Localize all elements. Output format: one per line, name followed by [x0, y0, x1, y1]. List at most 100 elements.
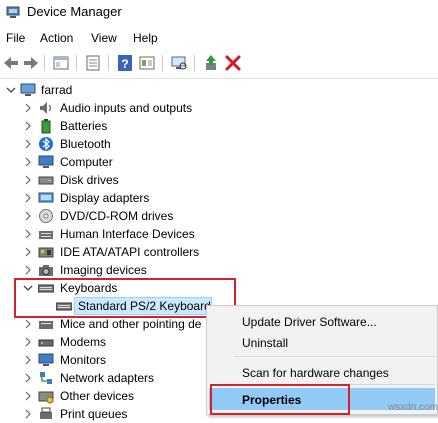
- toolbar-separator: [162, 55, 163, 71]
- tree-item-label: Disk drives: [60, 173, 119, 187]
- display-adapter-icon: [38, 192, 54, 203]
- chevron-right-icon[interactable]: [23, 337, 33, 347]
- help-icon[interactable]: ?: [116, 54, 134, 72]
- chevron-right-icon[interactable]: [23, 265, 33, 275]
- computer-icon: [20, 83, 36, 96]
- context-menu: Update Driver Software... Uninstall Scan…: [206, 305, 438, 415]
- device-manager-icon: [6, 6, 20, 18]
- dvd-drive-icon: [39, 209, 53, 223]
- bluetooth-icon: [39, 137, 53, 151]
- printer-icon: [40, 407, 52, 419]
- context-menu-separator: [235, 384, 435, 385]
- mouse-icon: [39, 321, 53, 329]
- tree-item-ide[interactable]: IDE ATA/ATAPI controllers: [0, 243, 438, 261]
- tree-root-label: farrad: [41, 83, 73, 97]
- chevron-right-icon[interactable]: [23, 247, 33, 257]
- tree-item-label: IDE ATA/ATAPI controllers: [60, 245, 200, 259]
- tree-item-label: Imaging devices: [60, 263, 147, 277]
- battery-icon: [41, 119, 51, 134]
- tree-item-display-adapters[interactable]: Display adapters: [0, 189, 438, 207]
- chevron-right-icon[interactable]: [23, 391, 33, 401]
- chevron-right-icon[interactable]: [23, 409, 33, 419]
- network-adapter-icon: [40, 372, 52, 384]
- tree-item-computer[interactable]: Computer: [0, 153, 438, 171]
- tree-item-dvd-drives[interactable]: DVD/CD-ROM drives: [0, 207, 438, 225]
- hid-icon: [39, 231, 53, 239]
- menu-action[interactable]: Action: [40, 31, 73, 45]
- tree-item-label: Standard PS/2 Keyboard: [78, 299, 211, 313]
- scan-hardware-icon[interactable]: [170, 54, 188, 72]
- tree-item-label: Human Interface Devices: [60, 227, 195, 241]
- tree-item-label: Monitors: [60, 353, 107, 367]
- update-driver-icon[interactable]: [202, 54, 220, 72]
- forward-arrow-icon[interactable]: [22, 54, 40, 72]
- context-menu-separator: [235, 356, 435, 357]
- tree-item-label: Batteries: [60, 119, 108, 133]
- other-devices-icon: [38, 391, 54, 404]
- window-title: Device Manager: [27, 4, 122, 19]
- keyboard-icon: [38, 284, 54, 293]
- chevron-right-icon[interactable]: [23, 157, 33, 167]
- menu-bar: File Action View Help: [0, 26, 438, 50]
- ctx-uninstall[interactable]: Uninstall: [242, 336, 288, 350]
- tree-item-label: Computer: [60, 155, 113, 169]
- tree-item-label: Mice and other pointing de: [60, 317, 202, 331]
- ctx-scan-hardware[interactable]: Scan for hardware changes: [242, 366, 389, 380]
- tree-item-imaging[interactable]: Imaging devices: [0, 261, 438, 279]
- tree-item-batteries[interactable]: Batteries: [0, 117, 438, 135]
- tree-item-label: Modems: [60, 335, 107, 349]
- toolbar-separator: [76, 55, 77, 71]
- chevron-right-icon[interactable]: [23, 175, 33, 185]
- menu-help[interactable]: Help: [133, 31, 158, 45]
- chevron-right-icon[interactable]: [23, 319, 33, 329]
- show-hide-tree-icon[interactable]: [52, 54, 70, 72]
- ctx-update-driver[interactable]: Update Driver Software...: [242, 315, 377, 329]
- tree-item-label: Audio inputs and outputs: [60, 101, 193, 115]
- toolbar-separator: [194, 55, 195, 71]
- modem-icon: [38, 339, 54, 347]
- svg-text:?: ?: [121, 57, 128, 71]
- tree-item-disk-drives[interactable]: Disk drives: [0, 171, 438, 189]
- keyboard-icon: [56, 302, 72, 311]
- tree-item-hid[interactable]: Human Interface Devices: [0, 225, 438, 243]
- tree-item-bluetooth[interactable]: Bluetooth: [0, 135, 438, 153]
- chevron-right-icon[interactable]: [23, 211, 33, 221]
- menu-file[interactable]: File: [6, 31, 25, 45]
- toolbar-separator: [44, 55, 45, 71]
- title-bar: Device Manager: [0, 0, 438, 24]
- toolbar-separator: [108, 55, 109, 71]
- chevron-down-icon[interactable]: [6, 85, 16, 95]
- tree-item-label: DVD/CD-ROM drives: [60, 209, 174, 223]
- tree-item-label: Other devices: [60, 389, 135, 403]
- speaker-icon: [40, 102, 52, 114]
- camera-icon: [39, 265, 53, 276]
- monitor-icon: [38, 353, 54, 366]
- watermark: wsxdn.com: [388, 402, 438, 413]
- chevron-right-icon[interactable]: [23, 229, 33, 239]
- chevron-down-icon[interactable]: [23, 283, 33, 293]
- tree-item-label: Display adapters: [60, 191, 150, 205]
- toolbar-divider: [0, 78, 438, 79]
- ide-controller-icon: [38, 247, 54, 258]
- menu-view[interactable]: View: [91, 31, 117, 45]
- chevron-right-icon[interactable]: [23, 193, 33, 203]
- back-arrow-icon[interactable]: [2, 54, 20, 72]
- tree-item-label: Print queues: [60, 407, 128, 421]
- tree-item-label: Keyboards: [60, 281, 118, 295]
- tree-root[interactable]: farrad: [0, 81, 438, 99]
- chevron-right-icon[interactable]: [23, 103, 33, 113]
- tree-item-keyboards[interactable]: Keyboards: [0, 279, 438, 297]
- properties-icon[interactable]: [84, 54, 102, 72]
- computer-icon: [38, 155, 54, 168]
- uninstall-icon[interactable]: [224, 54, 242, 72]
- tree-item-label: Network adapters: [60, 371, 155, 385]
- chevron-right-icon[interactable]: [23, 355, 33, 365]
- ctx-properties[interactable]: Properties: [242, 393, 301, 407]
- action-icon[interactable]: [138, 54, 156, 72]
- chevron-right-icon[interactable]: [23, 121, 33, 131]
- chevron-right-icon[interactable]: [23, 373, 33, 383]
- tree-item-audio[interactable]: Audio inputs and outputs: [0, 99, 438, 117]
- chevron-right-icon[interactable]: [23, 139, 33, 149]
- toolbar: ?: [0, 50, 438, 76]
- disk-drive-icon: [38, 176, 54, 185]
